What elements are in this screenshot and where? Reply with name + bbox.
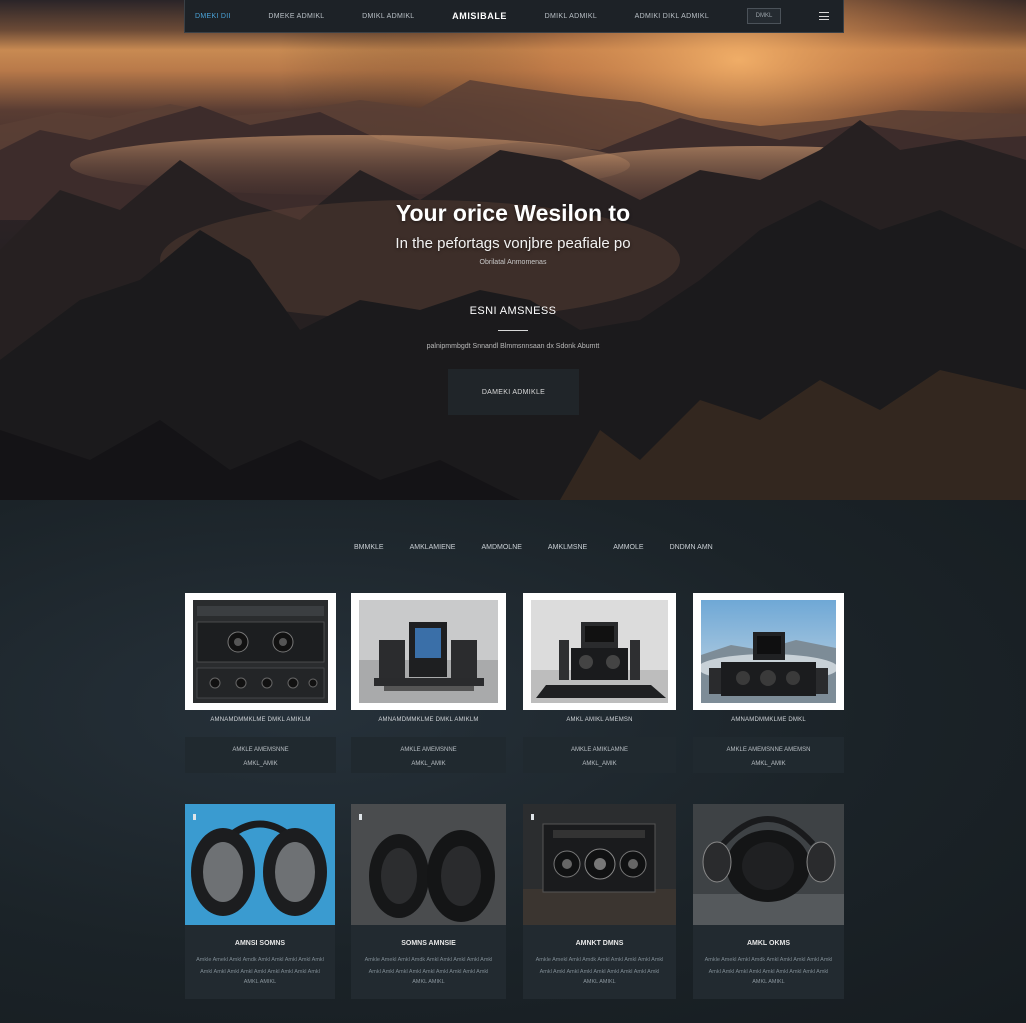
nav-item-3[interactable]: DMIKL ADMIKL (362, 13, 414, 20)
product-title: AMNAMDMMKLME DMKL AMIKLM (378, 717, 479, 723)
hero-description: palnipmmbgdt Snnandl Blmmsnnsaan dx Sdon… (426, 343, 600, 350)
tab-2[interactable]: AMKLAMIENE (410, 544, 456, 551)
product-title: SOMNS AMNSIE (401, 940, 456, 947)
product-image-frame (185, 593, 336, 710)
product-title: AMKL AMIKL AMEMSN (566, 717, 633, 723)
hero-heading: ESNI AMSNESS (469, 305, 557, 317)
product-info: AMKLE AMIKLAMNE AMKL_AMIK (523, 737, 676, 773)
product-card[interactable]: AMNKT DMNS Amkle Amekl Amkl Amdk Amkl Am… (523, 804, 676, 999)
product-photo (351, 804, 506, 925)
speaker-system-image (698, 600, 838, 703)
product-photo (523, 804, 676, 925)
brand-logo[interactable]: AMISIBALE (452, 11, 507, 21)
amplifier-image (193, 600, 328, 703)
hero-cta-button[interactable]: DAMEKI ADMIKLE (448, 369, 579, 415)
product-info-link[interactable]: AMKL_AMIK (185, 757, 336, 771)
product-description: Amkle Amekl Amkl Amdk Amkl Amkl Amkl Amk… (364, 957, 493, 975)
product-card[interactable]: AMKL AMIKL AMEMSN AMKLE AMIKLAMNE AMKL_A… (523, 593, 676, 773)
menu-icon[interactable] (818, 12, 829, 20)
products-section: BMMKLE AMKLAMIENE AMDMOLNE AMKLMSNE AMMO… (0, 500, 1026, 1023)
product-description: Amkle Amekl Amkl Amdk Amkl Amkl Amkl Amk… (704, 957, 833, 975)
product-link[interactable]: AMKL AMIKL (523, 979, 676, 985)
product-info-link[interactable]: AMKL_AMIK (351, 757, 506, 771)
product-info-line: AMKLE AMEMSNNE AMEMSN (726, 747, 811, 753)
product-card[interactable]: AMNAMDMMKLME DMKL AMIKLM AMKLE AMEMSNNE … (185, 593, 336, 773)
product-card[interactable]: AMNSI SOMNS Amkle Amekl Amkl Amdk Amkl A… (185, 804, 335, 999)
product-info-line: AMKLE AMEMSNNE (400, 747, 457, 753)
product-title: AMNAMDMMKLME DMKL AMIKLM (210, 717, 311, 723)
product-title: AMKL OKMS (746, 940, 791, 947)
product-description: Amkle Amekl Amkl Amdk Amkl Amkl Amkl Amk… (196, 957, 324, 975)
product-title: AMNKT DMNS (575, 940, 624, 947)
product-image-frame (523, 593, 676, 710)
product-link[interactable]: AMKL AMIKL (693, 979, 844, 985)
nav-item-5[interactable]: ADMIKI DIKL ADMIKL (635, 13, 709, 20)
nav-button[interactable]: DMKL (746, 8, 782, 24)
product-photo (693, 804, 844, 925)
headphones-image (693, 804, 844, 925)
category-tabs: BMMKLE AMKLAMIENE AMDMOLNE AMKLMSNE AMMO… (354, 544, 739, 551)
headphones-image (185, 804, 335, 925)
nav-item-4[interactable]: DMIKL ADMIKL (545, 13, 597, 20)
product-photo (185, 804, 335, 925)
nav-item-2[interactable]: DMEKE ADMIKL (268, 13, 324, 20)
tab-5[interactable]: AMMOLE (613, 544, 643, 551)
product-card[interactable]: AMNAMDMMKLME DMKL AMIKLM AMKLE AMEMSNNE … (351, 593, 506, 773)
tab-1[interactable]: BMMKLE (354, 544, 384, 551)
corner-mark (193, 814, 196, 820)
product-description: Amkle Amekl Amkl Amdk Amkl Amkl Amkl Amk… (535, 957, 664, 975)
nav-item-home[interactable]: DMEKI DII (195, 13, 231, 20)
product-title: AMNSI SOMNS (234, 940, 286, 947)
product-info-line: AMKLE AMIKLAMNE (570, 747, 629, 753)
product-info: AMKLE AMEMSNNE AMEMSN AMKL_AMIK (693, 737, 844, 773)
hero-subtitle: In the pefortags vonjbre peafiale po (395, 235, 631, 252)
turntable-image (359, 600, 498, 703)
product-title: AMNAMDMMKLME DMKL (731, 717, 806, 723)
product-link[interactable]: AMKL AMIKL (185, 979, 335, 985)
product-info: AMKLE AMEMSNNE AMKL_AMIK (351, 737, 506, 773)
hero-divider (498, 330, 528, 331)
product-image-frame (351, 593, 506, 710)
tab-3[interactable]: AMDMOLNE (481, 544, 521, 551)
corner-mark (531, 814, 534, 820)
receiver-image (531, 600, 668, 703)
corner-mark (359, 814, 362, 820)
product-link[interactable]: AMKL AMIKL (351, 979, 506, 985)
hero-section: DMEKI DII DMEKE ADMIKL DMIKL ADMIKL AMIS… (0, 0, 1026, 500)
top-navigation: DMEKI DII DMEKE ADMIKL DMIKL ADMIKL AMIS… (184, 0, 844, 33)
tab-4[interactable]: AMKLMSNE (548, 544, 587, 551)
hero-title: Your orice Wesilon to (395, 200, 631, 226)
headphones-image (351, 804, 506, 925)
product-card[interactable]: AMNAMDMMKLME DMKL AMKLE AMEMSNNE AMEMSN … (693, 593, 844, 773)
product-info-link[interactable]: AMKL_AMIK (523, 757, 676, 771)
product-info: AMKLE AMEMSNNE AMKL_AMIK (185, 737, 336, 773)
product-info-link[interactable]: AMKL_AMIK (693, 757, 844, 771)
tab-6[interactable]: DNDMN AMN (670, 544, 713, 551)
product-card[interactable]: AMKL OKMS Amkle Amekl Amkl Amdk Amkl Amk… (693, 804, 844, 999)
product-card[interactable]: SOMNS AMNSIE Amkle Amekl Amkl Amdk Amkl … (351, 804, 506, 999)
hero-small-text: Obrilatal Anmomenas (479, 259, 547, 266)
boombox-image (523, 804, 676, 925)
product-image-frame (693, 593, 844, 710)
product-info-line: AMKLE AMEMSNNE (232, 747, 289, 753)
